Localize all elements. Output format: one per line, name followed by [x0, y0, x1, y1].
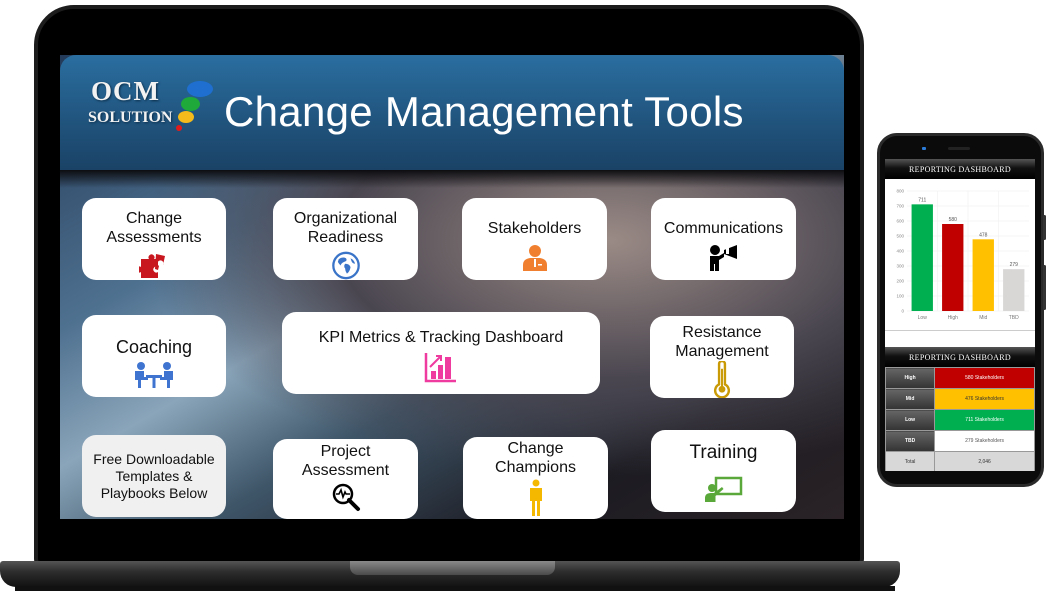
card-coaching[interactable]: Coaching [82, 315, 226, 397]
bar [972, 239, 994, 311]
header-banner: OCM SOLUTION Change Management Tools [60, 55, 844, 170]
x-tick-label: TBD [1009, 315, 1019, 321]
card-project-assessment[interactable]: Project Assessment [273, 439, 418, 519]
stakeholder-table: High 580 Stakeholders Mid 476 Stakeholders L… [885, 367, 1035, 471]
presentation-board-icon [704, 476, 742, 502]
card-label: Stakeholders [487, 220, 582, 237]
dashboard-chart-title: REPORTING DASHBOARD [885, 159, 1035, 179]
stage: OCM SOLUTION Change Management Tools Cha… [0, 0, 1052, 599]
logo-text-ocm: OCM [91, 76, 160, 106]
row-key: Low [885, 409, 936, 431]
table-row: Low 711 Stakeholders [885, 409, 1035, 431]
card-change-assessments[interactable]: Change Assessments [82, 198, 226, 280]
card-label: Resistance Management [675, 324, 769, 360]
y-tick-label: 400 [896, 249, 904, 254]
table-row: TBD 279 Stakeholders [885, 430, 1035, 452]
phone-side-button [1043, 215, 1046, 240]
laptop-screen: OCM SOLUTION Change Management Tools Cha… [60, 55, 844, 519]
card-label: Change Assessments [106, 210, 202, 246]
card-organizational-readiness[interactable]: Organizational Readiness [273, 198, 418, 280]
logo-text-solution: SOLUTION [88, 109, 173, 126]
laptop-notch [350, 561, 555, 575]
bar [942, 224, 964, 311]
card-label: Change Champions [495, 440, 576, 476]
y-tick-label: 800 [896, 189, 904, 194]
y-tick-label: 200 [896, 279, 904, 284]
table-row: High 580 Stakeholders [885, 367, 1035, 389]
data-label: 279 [1010, 262, 1019, 268]
meeting-table-icon [135, 362, 173, 388]
phone-side-button [1043, 265, 1046, 310]
megaphone-person-icon [709, 245, 737, 271]
card-label: Coaching [115, 337, 193, 357]
total-value: 2,046 [934, 451, 1035, 471]
page-title: Change Management Tools [224, 88, 744, 135]
phone-speaker [948, 147, 970, 150]
card-training[interactable]: Training [651, 430, 796, 512]
businessperson-icon [522, 245, 547, 271]
table-row-total: Total 2,046 [885, 451, 1035, 471]
y-tick-label: 100 [896, 294, 904, 299]
y-tick-label: 0 [901, 309, 904, 314]
data-label: 711 [918, 197, 926, 203]
row-value: 580 Stakeholders [934, 367, 1035, 389]
card-label: Communications [663, 220, 784, 237]
person-standing-icon [529, 479, 542, 516]
thermometer-icon [714, 361, 730, 398]
row-value: 476 Stakeholders [934, 388, 1035, 410]
card-stakeholders[interactable]: Stakeholders [462, 198, 607, 280]
magnifier-pulse-icon [332, 483, 360, 511]
dashboard-table-title: REPORTING DASHBOARD [885, 347, 1035, 367]
puzzle-icon [139, 254, 165, 278]
bar [1003, 269, 1025, 311]
table-row: Mid 476 Stakeholders [885, 388, 1035, 410]
x-tick-label: Low [918, 315, 928, 321]
globe-icon [331, 251, 360, 280]
logo-dot-green [181, 97, 200, 111]
card-label: Organizational Readiness [293, 210, 398, 246]
card-free-templates[interactable]: Free Downloadable Templates & Playbooks … [82, 435, 226, 517]
phone-screen: REPORTING DASHBOARD 0 100 200 300 400 500 600 7… [885, 159, 1035, 471]
laptop-foot [15, 586, 895, 591]
row-key: Mid [885, 388, 936, 410]
data-label: 478 [979, 232, 988, 238]
row-key: High [885, 367, 936, 389]
y-tick-label: 500 [896, 234, 904, 239]
card-label: Training [689, 442, 758, 463]
card-communications[interactable]: Communications [651, 198, 796, 280]
row-value: 711 Stakeholders [934, 409, 1035, 431]
row-value: 279 Stakeholders [934, 430, 1035, 452]
row-key: TBD [885, 430, 936, 452]
y-tick-label: 700 [896, 204, 904, 209]
logo-dot-blue [187, 81, 213, 97]
bar [911, 204, 933, 311]
card-label: KPI Metrics & Tracking Dashboard [318, 329, 564, 346]
bar-chart-growth-icon [424, 353, 456, 383]
chart-area: 0 100 200 300 400 500 600 700 800 711 Low 580 High 47… [885, 179, 1035, 331]
total-label: Total [885, 451, 936, 471]
dashboard-gap [885, 331, 1035, 347]
y-tick-label: 300 [896, 264, 904, 269]
card-label: Free Downloadable Templates & Playbooks … [93, 450, 215, 501]
y-tick-label: 600 [896, 219, 904, 224]
header-shadow [60, 170, 844, 188]
logo-dot-yellow [178, 111, 194, 123]
data-label: 580 [949, 217, 958, 223]
x-tick-label: Mid [979, 315, 987, 321]
card-label: Project Assessment [301, 443, 390, 479]
phone-camera [922, 147, 926, 150]
card-kpi-metrics[interactable]: KPI Metrics & Tracking Dashboard [282, 312, 600, 394]
card-resistance-management[interactable]: Resistance Management [650, 316, 794, 398]
bar-chart: 0 100 200 300 400 500 600 700 800 711 Low 580 High 47… [896, 189, 1029, 321]
x-tick-label: High [948, 315, 959, 321]
logo-dot-red [176, 125, 182, 131]
card-change-champions[interactable]: Change Champions [463, 437, 608, 519]
